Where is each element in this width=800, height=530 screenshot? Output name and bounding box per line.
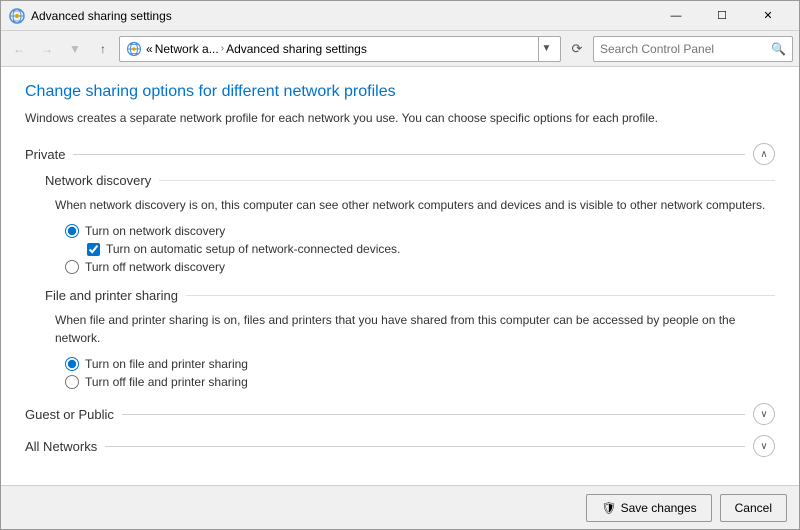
window-title: Advanced sharing settings — [31, 9, 653, 23]
nd-on-label: Turn on network discovery — [85, 224, 225, 238]
fps-off-label: Turn off file and printer sharing — [85, 375, 248, 389]
subsection-nd-desc: When network discovery is on, this compu… — [55, 196, 775, 214]
forward-button[interactable]: → — [35, 37, 59, 61]
subsection-fps-header: File and printer sharing — [45, 288, 775, 303]
path-part1: Network a... — [155, 42, 219, 56]
page-description: Windows creates a separate network profi… — [25, 109, 775, 127]
address-dropdown-button[interactable]: ▼ — [538, 36, 554, 62]
section-gp-line — [122, 414, 745, 415]
minimize-button[interactable]: — — [653, 1, 699, 31]
subsection-fps-desc: When file and printer sharing is on, fil… — [55, 311, 775, 347]
nd-on-option: Turn on network discovery — [65, 224, 775, 238]
section-private-title: Private — [25, 147, 65, 162]
window-icon — [9, 8, 25, 24]
nd-auto-option: Turn on automatic setup of network-conne… — [87, 242, 775, 256]
subsection-network-discovery: Network discovery When network discovery… — [45, 173, 775, 274]
fps-off-radio[interactable] — [65, 375, 79, 389]
nd-off-label: Turn off network discovery — [85, 260, 225, 274]
search-field[interactable]: 🔍 — [593, 36, 793, 62]
subsection-nd-line — [159, 180, 775, 181]
page-heading: Change sharing options for different net… — [25, 83, 775, 101]
fps-on-option: Turn on file and printer sharing — [65, 357, 775, 371]
cancel-button[interactable]: Cancel — [720, 494, 787, 522]
content-area: Change sharing options for different net… — [1, 67, 799, 485]
section-private: Private ∧ Network discovery When network… — [25, 143, 775, 389]
footer: 🛡 Save changes Cancel — [1, 485, 799, 529]
section-gp-header: Guest or Public ∨ — [25, 403, 775, 425]
nd-on-radio[interactable] — [65, 224, 79, 238]
path-part2: Advanced sharing settings — [226, 42, 367, 56]
section-gp-toggle[interactable]: ∨ — [753, 403, 775, 425]
section-guest-public: Guest or Public ∨ — [25, 403, 775, 425]
main-window: Advanced sharing settings — ☐ ✕ ← → ▼ ↑ … — [0, 0, 800, 530]
path-prefix: « — [146, 42, 153, 56]
nd-off-option: Turn off network discovery — [65, 260, 775, 274]
section-an-header: All Networks ∨ — [25, 435, 775, 457]
nd-auto-label: Turn on automatic setup of network-conne… — [106, 242, 400, 256]
fps-on-radio[interactable] — [65, 357, 79, 371]
nd-off-radio[interactable] — [65, 260, 79, 274]
search-icon[interactable]: 🔍 — [771, 42, 786, 56]
section-an-toggle[interactable]: ∨ — [753, 435, 775, 457]
subsection-fps-title: File and printer sharing — [45, 288, 178, 303]
path-chevron1: › — [221, 43, 224, 54]
section-an-line — [105, 446, 745, 447]
window-controls: — ☐ ✕ — [653, 1, 791, 31]
address-bar: ← → ▼ ↑ « Network a... › Advanced sharin… — [1, 31, 799, 67]
up-button[interactable]: ↑ — [91, 37, 115, 61]
address-path: « Network a... › Advanced sharing settin… — [146, 42, 534, 56]
title-bar: Advanced sharing settings — ☐ ✕ — [1, 1, 799, 31]
refresh-button[interactable]: ⟳ — [565, 36, 589, 62]
fps-on-label: Turn on file and printer sharing — [85, 357, 248, 371]
fps-radio-group: Turn on file and printer sharing Turn of… — [65, 357, 775, 389]
fps-off-option: Turn off file and printer sharing — [65, 375, 775, 389]
section-all-networks: All Networks ∨ — [25, 435, 775, 457]
close-button[interactable]: ✕ — [745, 1, 791, 31]
main-content: Change sharing options for different net… — [1, 67, 799, 485]
subsection-nd-title: Network discovery — [45, 173, 151, 188]
section-private-header: Private ∧ — [25, 143, 775, 165]
maximize-button[interactable]: ☐ — [699, 1, 745, 31]
address-field[interactable]: « Network a... › Advanced sharing settin… — [119, 36, 561, 62]
search-input[interactable] — [600, 42, 767, 56]
save-icon: 🛡 — [601, 501, 616, 515]
subsection-fps-line — [186, 295, 775, 296]
nd-auto-checkbox[interactable] — [87, 243, 100, 256]
nd-radio-group: Turn on network discovery Turn on automa… — [65, 224, 775, 274]
section-private-line — [73, 154, 745, 155]
subsection-nd-header: Network discovery — [45, 173, 775, 188]
save-label: Save changes — [621, 501, 697, 515]
save-button[interactable]: 🛡 Save changes — [586, 494, 711, 522]
section-an-title: All Networks — [25, 439, 97, 454]
subsection-file-printer: File and printer sharing When file and p… — [45, 288, 775, 389]
section-gp-title: Guest or Public — [25, 407, 114, 422]
back-button[interactable]: ← — [7, 37, 31, 61]
section-private-toggle[interactable]: ∧ — [753, 143, 775, 165]
network-icon — [126, 41, 142, 57]
recent-button[interactable]: ▼ — [63, 37, 87, 61]
